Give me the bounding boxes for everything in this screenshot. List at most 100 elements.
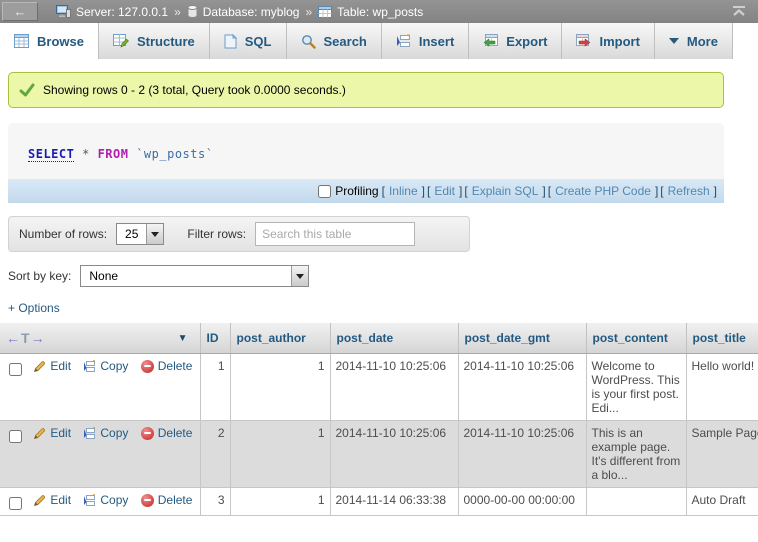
cell-post-author: 1 bbox=[230, 488, 330, 516]
column-header-post-author[interactable]: post_author bbox=[230, 323, 330, 354]
row-checkbox[interactable] bbox=[9, 363, 22, 376]
row-checkbox[interactable] bbox=[9, 497, 22, 510]
success-check-icon bbox=[19, 83, 35, 97]
status-message: Showing rows 0 - 2 (3 total, Query took … bbox=[8, 72, 724, 108]
sort-by-key-label: Sort by key: bbox=[8, 269, 71, 283]
bracket: [ bbox=[660, 184, 663, 198]
cell-post-content: This is an example page. It's different … bbox=[586, 421, 686, 488]
column-header-post-date[interactable]: post_date bbox=[330, 323, 458, 354]
filter-rows-input[interactable] bbox=[255, 222, 415, 246]
row-actions: Edit Copy Delete bbox=[0, 488, 200, 516]
database-icon bbox=[187, 5, 198, 18]
query-toolbar: Profiling [Inline] [Edit] [Explain SQL] … bbox=[8, 179, 724, 203]
phpmyadmin-app: ← Server: 127.0.0.1 » Database: myblog »… bbox=[0, 0, 758, 542]
bracket: [ bbox=[464, 184, 467, 198]
edit-query-link[interactable]: Edit bbox=[434, 184, 455, 198]
table-row: Edit Copy Delete 3 1 2014-11-14 06:33:38… bbox=[0, 488, 758, 516]
edit-button[interactable]: Edit bbox=[33, 359, 71, 373]
cell-id: 2 bbox=[200, 421, 230, 488]
options-toggle[interactable]: + Options bbox=[8, 301, 60, 315]
row-actions: Edit Copy Delete bbox=[0, 421, 200, 488]
row-checkbox[interactable] bbox=[9, 430, 22, 443]
profiling-checkbox[interactable] bbox=[318, 185, 331, 198]
chevron-down-icon bbox=[151, 232, 159, 241]
row-controls: Number of rows: 25 Filter rows: bbox=[8, 216, 470, 252]
delete-label: Delete bbox=[158, 493, 193, 507]
tab-more[interactable]: More bbox=[655, 23, 733, 59]
breadcrumb-server[interactable]: Server: 127.0.0.1 bbox=[56, 5, 168, 19]
column-freeze-icon[interactable]: T bbox=[21, 330, 30, 346]
back-button[interactable]: ← bbox=[2, 2, 38, 21]
status-message-text: Showing rows 0 - 2 (3 total, Query took … bbox=[43, 83, 346, 97]
tab-search-label: Search bbox=[324, 34, 367, 49]
table-row: Edit Copy Delete 1 1 2014-11-10 10:25:06… bbox=[0, 354, 758, 421]
cell-post-title: Hello world! bbox=[686, 354, 758, 421]
sql-icon bbox=[224, 34, 237, 49]
create-php-code-link[interactable]: Create PHP Code bbox=[555, 184, 651, 198]
copy-button[interactable]: Copy bbox=[83, 359, 128, 373]
breadcrumb-table[interactable]: Table: wp_posts bbox=[318, 5, 423, 19]
tab-structure[interactable]: Structure bbox=[99, 23, 210, 59]
copy-button[interactable]: Copy bbox=[83, 493, 128, 507]
select-arrow-button[interactable] bbox=[146, 224, 163, 244]
number-of-rows-select[interactable]: 25 bbox=[116, 223, 164, 245]
cell-post-author: 1 bbox=[230, 421, 330, 488]
tab-export[interactable]: Export bbox=[469, 23, 562, 59]
cell-post-date-gmt: 2014-11-10 10:25:06 bbox=[458, 354, 586, 421]
structure-icon bbox=[113, 34, 129, 48]
tab-insert[interactable]: Insert bbox=[382, 23, 469, 59]
pencil-icon bbox=[33, 494, 46, 507]
breadcrumb-separator: » bbox=[305, 5, 312, 19]
edit-button[interactable]: Edit bbox=[33, 426, 71, 440]
tab-browse-label: Browse bbox=[37, 34, 84, 49]
cell-post-author: 1 bbox=[230, 354, 330, 421]
copy-icon bbox=[83, 360, 96, 373]
inline-link[interactable]: Inline bbox=[389, 184, 418, 198]
tab-sql[interactable]: SQL bbox=[210, 23, 287, 59]
explain-sql-link[interactable]: Explain SQL bbox=[472, 184, 539, 198]
delete-label: Delete bbox=[158, 426, 193, 440]
copy-button[interactable]: Copy bbox=[83, 426, 128, 440]
column-header-post-content[interactable]: post_content bbox=[586, 323, 686, 354]
breadcrumb-database-label: Database: myblog bbox=[203, 5, 300, 19]
breadcrumb-database[interactable]: Database: myblog bbox=[187, 5, 300, 19]
collapse-top-icon[interactable] bbox=[732, 6, 746, 17]
export-icon bbox=[483, 34, 498, 48]
sql-keyword-select[interactable]: SELECT bbox=[28, 147, 74, 162]
breadcrumb-separator: » bbox=[174, 5, 181, 19]
hide-right-icon[interactable]: → bbox=[31, 330, 45, 346]
delete-button[interactable]: Delete bbox=[141, 493, 193, 507]
profiling-toggle[interactable]: Profiling bbox=[318, 184, 378, 198]
cell-post-title: Sample Page bbox=[686, 421, 758, 488]
delete-button[interactable]: Delete bbox=[141, 359, 193, 373]
bracket: [ bbox=[382, 184, 385, 198]
table-icon bbox=[318, 6, 332, 18]
tab-search[interactable]: Search bbox=[287, 23, 382, 59]
sort-by-key-select[interactable]: None bbox=[80, 265, 309, 287]
hide-left-icon[interactable]: ← bbox=[6, 330, 20, 346]
cell-id: 1 bbox=[200, 354, 230, 421]
column-header-post-date-gmt[interactable]: post_date_gmt bbox=[458, 323, 586, 354]
edit-button[interactable]: Edit bbox=[33, 493, 71, 507]
pencil-icon bbox=[33, 427, 46, 440]
search-icon bbox=[301, 34, 316, 49]
pencil-icon bbox=[33, 360, 46, 373]
sort-by-key-value: None bbox=[81, 266, 291, 286]
column-header-post-title[interactable]: post_title bbox=[686, 323, 758, 354]
edit-label: Edit bbox=[50, 493, 71, 507]
column-header-id[interactable]: ID bbox=[200, 323, 230, 354]
copy-label: Copy bbox=[100, 493, 128, 507]
cell-post-title: Auto Draft bbox=[686, 488, 758, 516]
tab-browse[interactable]: Browse bbox=[0, 23, 99, 59]
copy-icon bbox=[83, 494, 96, 507]
delete-icon bbox=[141, 494, 154, 507]
server-icon bbox=[56, 5, 71, 18]
insert-icon bbox=[396, 34, 411, 48]
delete-icon bbox=[141, 360, 154, 373]
select-arrow-button[interactable] bbox=[291, 266, 308, 286]
sort-caret-icon[interactable]: ▼ bbox=[178, 333, 188, 344]
refresh-link[interactable]: Refresh bbox=[668, 184, 710, 198]
tab-import[interactable]: Import bbox=[562, 23, 654, 59]
delete-button[interactable]: Delete bbox=[141, 426, 193, 440]
sql-keyword-from: FROM bbox=[98, 147, 129, 161]
